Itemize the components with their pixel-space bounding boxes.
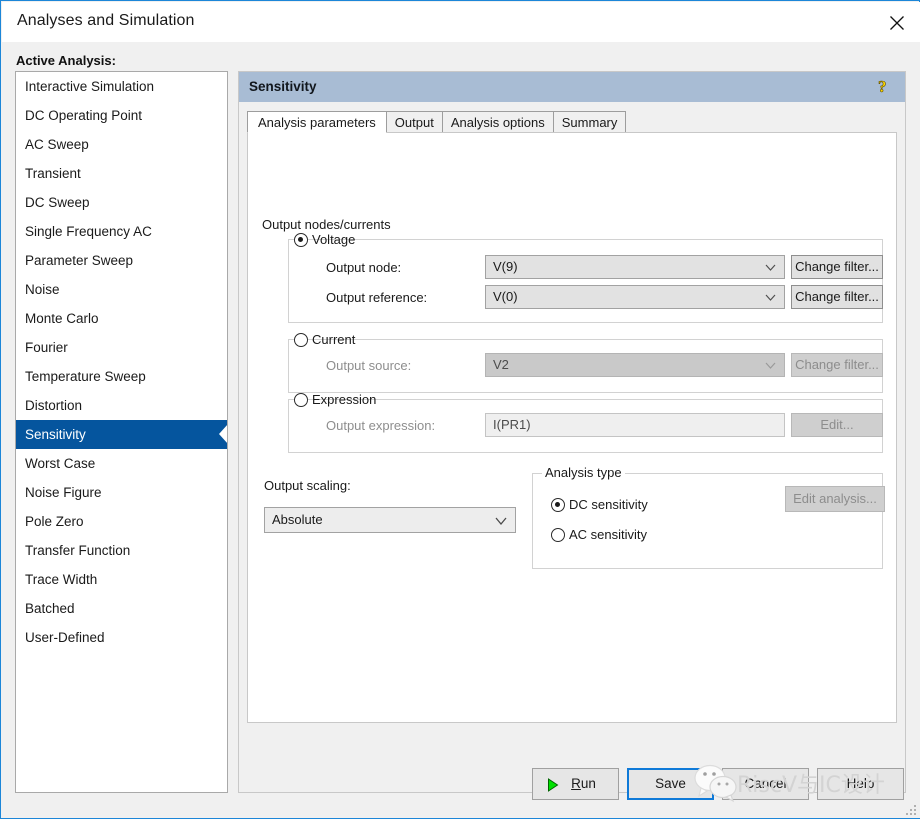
- sidebar-item-noise[interactable]: Noise: [16, 275, 227, 304]
- sidebar-item-sensitivity[interactable]: Sensitivity: [16, 420, 227, 449]
- panel-header: Sensitivity ?: [239, 72, 905, 102]
- radio-expression-label: Expression: [312, 392, 377, 407]
- radio-ac-sensitivity[interactable]: [551, 528, 565, 542]
- output-source-label: Output source:: [326, 358, 412, 373]
- sidebar-item-noise-figure[interactable]: Noise Figure: [16, 478, 227, 507]
- output-expression-value: I(PR1): [493, 417, 531, 432]
- radio-voltage-label: Voltage: [312, 232, 356, 247]
- chevron-down-icon: [765, 294, 776, 301]
- sidebar-item-distortion[interactable]: Distortion: [16, 391, 227, 420]
- output-expression-label: Output expression:: [326, 418, 436, 433]
- sidebar-item-fourier[interactable]: Fourier: [16, 333, 227, 362]
- tab-strip[interactable]: Analysis parameters Output Analysis opti…: [247, 111, 627, 133]
- sidebar-item-parameter-sweep[interactable]: Parameter Sweep: [16, 246, 227, 275]
- output-node-value: V(9): [493, 259, 518, 274]
- run-button[interactable]: Run: [532, 768, 619, 800]
- voltage-group: [288, 239, 883, 323]
- change-filter-node-button[interactable]: Change filter...: [791, 255, 883, 279]
- run-accel-letter: R: [571, 776, 581, 791]
- radio-dc-sensitivity[interactable]: [551, 498, 565, 512]
- chevron-down-icon: [765, 362, 776, 369]
- sidebar-item-monte-carlo[interactable]: Monte Carlo: [16, 304, 227, 333]
- dialog-body: Active Analysis: Interactive Simulation …: [2, 42, 920, 818]
- radio-current-label: Current: [312, 332, 356, 347]
- help-question-icon[interactable]: ?: [873, 75, 897, 99]
- tab-analysis-parameters[interactable]: Analysis parameters: [247, 111, 387, 133]
- active-analysis-heading: Active Analysis:: [16, 53, 116, 68]
- analysis-type-group-title: Analysis type: [542, 465, 625, 480]
- run-button-label: Run: [533, 769, 618, 799]
- tab-output[interactable]: Output: [385, 111, 443, 133]
- help-button[interactable]: Help: [817, 768, 904, 800]
- sidebar-item-trace-width[interactable]: Trace Width: [16, 565, 227, 594]
- sidebar-item-dc-sweep[interactable]: DC Sweep: [16, 188, 227, 217]
- sidebar-item-ac-sweep[interactable]: AC Sweep: [16, 130, 227, 159]
- tab-content-analysis-parameters: Output nodes/currents Voltage Output nod…: [247, 132, 897, 723]
- output-reference-value: V(0): [493, 289, 518, 304]
- output-reference-combobox[interactable]: V(0): [485, 285, 785, 309]
- output-node-label: Output node:: [326, 260, 402, 275]
- radio-ac-sensitivity-label: AC sensitivity: [569, 527, 648, 542]
- resize-grip[interactable]: [904, 803, 916, 815]
- sidebar-item-transient[interactable]: Transient: [16, 159, 227, 188]
- sidebar-item-interactive-simulation[interactable]: Interactive Simulation: [16, 72, 227, 101]
- window-title: Analyses and Simulation: [17, 12, 195, 29]
- edit-analysis-button: Edit analysis...: [785, 486, 885, 512]
- change-filter-source-button: Change filter...: [791, 353, 883, 377]
- output-scaling-combobox[interactable]: Absolute: [264, 507, 516, 533]
- edit-expression-button: Edit...: [791, 413, 883, 437]
- change-filter-reference-button[interactable]: Change filter...: [791, 285, 883, 309]
- save-button[interactable]: Save: [627, 768, 714, 800]
- output-scaling-label: Output scaling:: [264, 478, 351, 493]
- title-bar: Analyses and Simulation: [2, 2, 920, 42]
- close-icon: [890, 16, 904, 30]
- page-title: Sensitivity: [249, 79, 317, 94]
- analysis-panel: Sensitivity ? Analysis parameters Output…: [238, 71, 906, 793]
- dialog-window: Analyses and Simulation Active Analysis:…: [0, 0, 920, 819]
- analysis-list[interactable]: Interactive Simulation DC Operating Poin…: [15, 71, 228, 793]
- output-expression-input: I(PR1): [485, 413, 785, 437]
- radio-voltage[interactable]: [294, 233, 308, 247]
- chevron-down-icon: [495, 517, 507, 526]
- output-source-value: V2: [493, 357, 509, 372]
- sidebar-item-worst-case[interactable]: Worst Case: [16, 449, 227, 478]
- sidebar-item-dc-operating-point[interactable]: DC Operating Point: [16, 101, 227, 130]
- sidebar-item-batched[interactable]: Batched: [16, 594, 227, 623]
- close-button[interactable]: [874, 2, 920, 42]
- help-question-glyph: ?: [878, 77, 887, 97]
- chevron-down-icon: [765, 264, 776, 271]
- sidebar-item-pole-zero[interactable]: Pole Zero: [16, 507, 227, 536]
- radio-current[interactable]: [294, 333, 308, 347]
- sidebar-item-single-frequency-ac[interactable]: Single Frequency AC: [16, 217, 227, 246]
- output-scaling-value: Absolute: [272, 512, 323, 527]
- output-reference-label: Output reference:: [326, 290, 428, 305]
- output-node-combobox[interactable]: V(9): [485, 255, 785, 279]
- radio-expression[interactable]: [294, 393, 308, 407]
- sidebar-item-temperature-sweep[interactable]: Temperature Sweep: [16, 362, 227, 391]
- output-nodes-section-label: Output nodes/currents: [262, 217, 391, 232]
- output-source-combobox: V2: [485, 353, 785, 377]
- run-rest-letters: un: [580, 776, 596, 791]
- tab-summary[interactable]: Summary: [552, 111, 627, 133]
- sidebar-item-transfer-function[interactable]: Transfer Function: [16, 536, 227, 565]
- svg-text:?: ?: [878, 77, 887, 96]
- radio-dc-sensitivity-label: DC sensitivity: [569, 497, 648, 512]
- sidebar-item-user-defined[interactable]: User-Defined: [16, 623, 227, 652]
- cancel-button[interactable]: Cancel: [722, 768, 809, 800]
- tab-analysis-options[interactable]: Analysis options: [441, 111, 554, 133]
